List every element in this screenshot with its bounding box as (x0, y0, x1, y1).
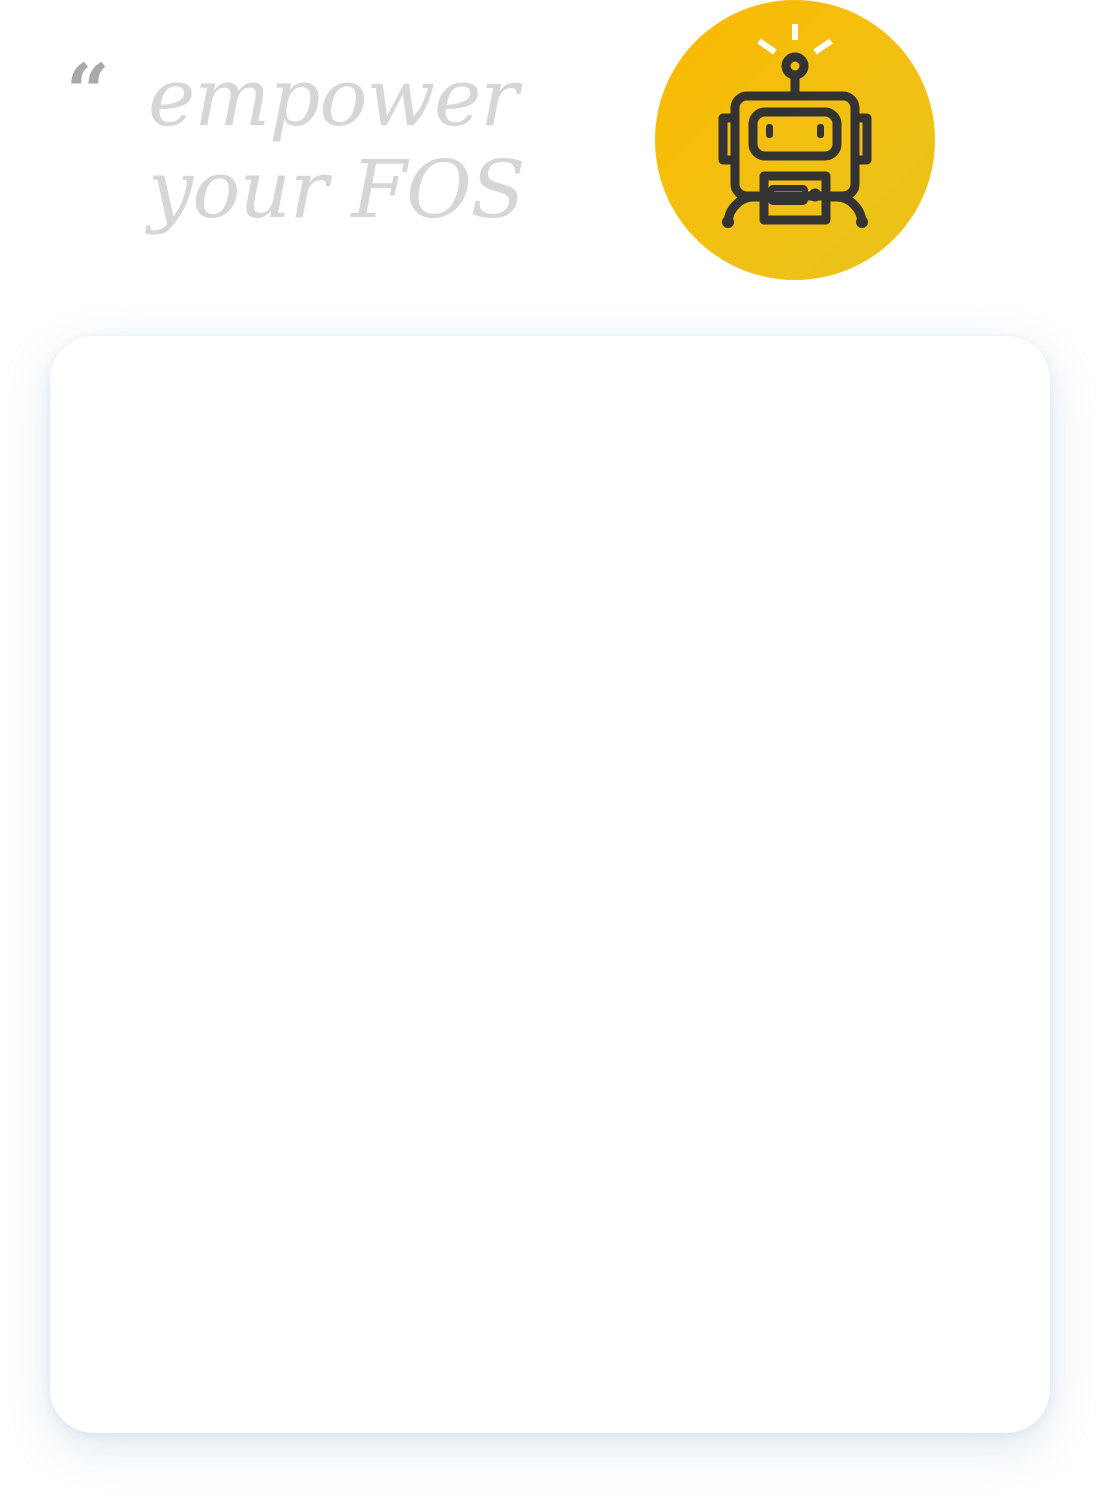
hero-quote: “ empower your FOS (62, 40, 622, 260)
main-card (50, 336, 1050, 1433)
robot-badge (655, 0, 935, 280)
tagline-line-1: empower (148, 51, 519, 144)
page: “ empower your FOS (0, 0, 1100, 1496)
quote-mark-icon: “ (66, 47, 110, 136)
tagline: empower your FOS (148, 51, 525, 236)
tagline-line-2: your FOS (148, 143, 525, 236)
robot-icon (718, 24, 872, 228)
